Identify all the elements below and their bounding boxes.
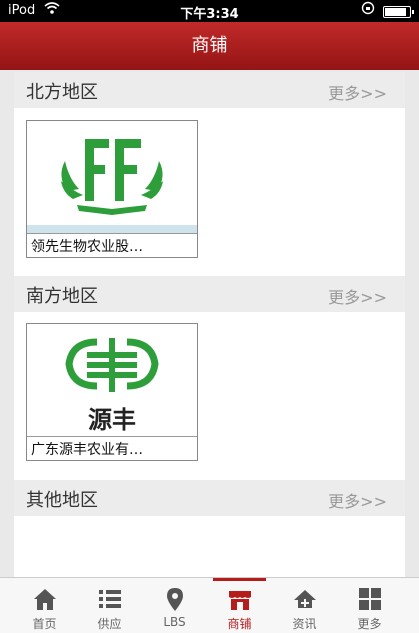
shop-card[interactable]: 领先生物农业股… [26, 120, 198, 258]
section-header-north: 北方地区 更多>> [14, 72, 405, 108]
list-icon [97, 586, 123, 612]
news-icon [292, 586, 318, 612]
home-icon [32, 586, 58, 612]
shop-name: 广东源丰农业有… [31, 442, 143, 458]
section-title: 北方地区 [26, 82, 98, 103]
card-divider [27, 436, 197, 437]
tab-news[interactable]: 资讯 [272, 578, 337, 633]
leaf-ff-logo [27, 121, 197, 233]
bottom-tab-bar: 首页 供应 LBS 商铺 资讯 更多 [0, 577, 419, 633]
battery-icon [383, 6, 414, 18]
tab-label: 商铺 [227, 617, 252, 631]
yuanfeng-logo: 源丰 [27, 324, 197, 436]
rotation-lock-icon [361, 1, 375, 19]
tab-label: 供应 [97, 617, 122, 631]
shop-name: 领先生物农业股… [31, 239, 143, 255]
location-pin-icon [162, 586, 188, 612]
section-header-south: 南方地区 更多>> [14, 276, 405, 312]
tab-shops[interactable]: 商铺 [207, 578, 272, 633]
more-link[interactable]: 更多>> [328, 80, 387, 104]
tab-supply[interactable]: 供应 [77, 578, 142, 633]
grid-icon [357, 586, 383, 612]
card-divider [27, 233, 197, 234]
tab-lbs[interactable]: LBS [142, 578, 207, 633]
tab-label: 资讯 [292, 617, 317, 631]
tab-more[interactable]: 更多 [337, 578, 402, 633]
title-bar: 商铺 [0, 22, 419, 70]
status-bar: iPod 下午3:34 [0, 0, 419, 22]
tab-label: 更多 [357, 617, 382, 631]
logo-text: 源丰 [88, 406, 136, 434]
shop-icon [227, 586, 253, 612]
section-title: 南方地区 [26, 286, 98, 307]
section-header-other: 其他地区 更多>> [14, 480, 405, 516]
shop-card[interactable]: 源丰 广东源丰农业有… [26, 323, 198, 461]
tab-label: 首页 [32, 617, 57, 631]
more-link[interactable]: 更多>> [328, 284, 387, 308]
tab-home[interactable]: 首页 [12, 578, 77, 633]
shop-list: 北方地区 更多>> 领先生物农业股… 南方地区 更多>> 源丰 广东源丰农业有…… [14, 72, 405, 577]
tab-label: LBS [163, 615, 186, 629]
status-time: 下午3:34 [180, 7, 239, 22]
more-link[interactable]: 更多>> [328, 488, 387, 512]
page-title: 商铺 [191, 35, 228, 56]
section-title: 其他地区 [26, 490, 98, 511]
